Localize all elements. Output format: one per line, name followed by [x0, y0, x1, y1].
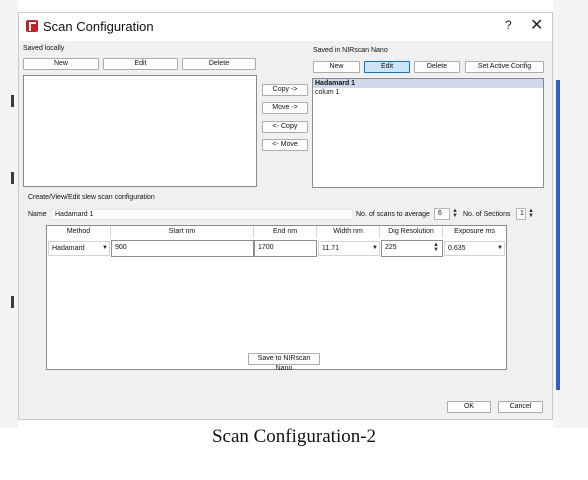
dropdown-arrow-icon: ▼	[102, 245, 108, 251]
resolution-value: 225	[385, 244, 397, 251]
scan-sections-table: Method Start nm End nm Width nm Dig Reso…	[46, 225, 507, 370]
saved-locally-label: Saved locally	[23, 45, 65, 52]
local-edit-button[interactable]: Edit	[103, 58, 178, 70]
width-nm-select[interactable]: 11.71 ▼	[318, 241, 380, 256]
background-edge-mark	[11, 296, 14, 308]
local-delete-button[interactable]: Delete	[182, 58, 256, 70]
device-config-list[interactable]: Hadamard 1 colum 1	[312, 78, 544, 188]
column-header: Dig Resolution	[380, 226, 443, 238]
dropdown-arrow-icon: ▼	[372, 245, 378, 251]
editor-section-label: Create/View/Edit slew scan configuration	[28, 194, 155, 201]
close-icon[interactable]: ✕	[530, 15, 543, 35]
local-config-list[interactable]	[23, 75, 257, 187]
column-header: Start nm	[111, 226, 254, 238]
spinner-icon[interactable]: ▲ ▼	[527, 208, 535, 220]
copy-from-device-button[interactable]: <- Copy	[262, 121, 308, 133]
column-header: Exposure ms	[443, 226, 506, 238]
set-active-config-button[interactable]: Set Active Config	[465, 61, 544, 73]
method-value: Hadamard	[52, 245, 85, 252]
end-nm-input[interactable]: 1700	[254, 240, 317, 257]
dig-resolution-input[interactable]: 225 ▲ ▼	[381, 240, 443, 257]
background-accent-strip	[556, 80, 560, 390]
title-bar: Scan Configuration ? ✕	[19, 13, 552, 41]
column-header: End nm	[254, 226, 317, 238]
background-screen-left	[0, 0, 18, 428]
table-row: Hadamard ▼ 900 1700 11.71 ▼ 225 ▲ ▼ 0.635…	[47, 238, 506, 258]
copy-to-device-button[interactable]: Copy ->	[262, 84, 308, 96]
move-from-device-button[interactable]: <- Move	[262, 139, 308, 151]
spinner-icon[interactable]: ▲ ▼	[432, 242, 440, 253]
sections-label: No. of Sections	[463, 211, 511, 218]
scans-average-input[interactable]: 6	[434, 208, 450, 220]
background-edge-mark	[11, 95, 14, 107]
exposure-select[interactable]: 0.635 ▼	[444, 241, 505, 256]
spinner-icon[interactable]: ▲ ▼	[451, 208, 459, 220]
help-icon[interactable]: ?	[505, 18, 512, 32]
saved-device-label: Saved in NIRscan Nano	[313, 47, 388, 54]
scan-configuration-dialog: Scan Configuration ? ✕ Saved locally New…	[18, 12, 553, 420]
width-value: 11.71	[322, 245, 339, 252]
name-label: Name	[28, 211, 47, 218]
column-header: Width nm	[317, 226, 380, 238]
device-delete-button[interactable]: Delete	[414, 61, 460, 73]
figure-caption: Scan Configuration-2	[211, 426, 377, 447]
ok-button[interactable]: OK	[447, 401, 491, 413]
device-edit-button[interactable]: Edit	[364, 61, 410, 73]
cancel-button[interactable]: Cancel	[498, 401, 543, 413]
save-to-device-button[interactable]: Save to NIRscan Nano	[248, 353, 320, 372]
app-icon	[26, 20, 38, 32]
exposure-value: 0.635	[448, 245, 466, 252]
column-header: Method	[47, 226, 111, 238]
dropdown-arrow-icon: ▼	[497, 245, 503, 251]
name-input[interactable]: Hadamard 1	[51, 209, 353, 220]
background-edge-mark	[11, 172, 14, 184]
sections-input[interactable]: 1	[516, 208, 526, 220]
method-select[interactable]: Hadamard ▼	[48, 241, 110, 256]
list-item[interactable]: colum 1	[313, 88, 543, 97]
device-new-button[interactable]: New	[313, 61, 360, 73]
window-title: Scan Configuration	[43, 19, 154, 34]
move-to-device-button[interactable]: Move ->	[262, 102, 308, 114]
start-nm-input[interactable]: 900	[111, 240, 254, 257]
local-new-button[interactable]: New	[23, 58, 99, 70]
list-item[interactable]: Hadamard 1	[313, 79, 543, 88]
scans-average-label: No. of scans to average	[356, 211, 430, 218]
